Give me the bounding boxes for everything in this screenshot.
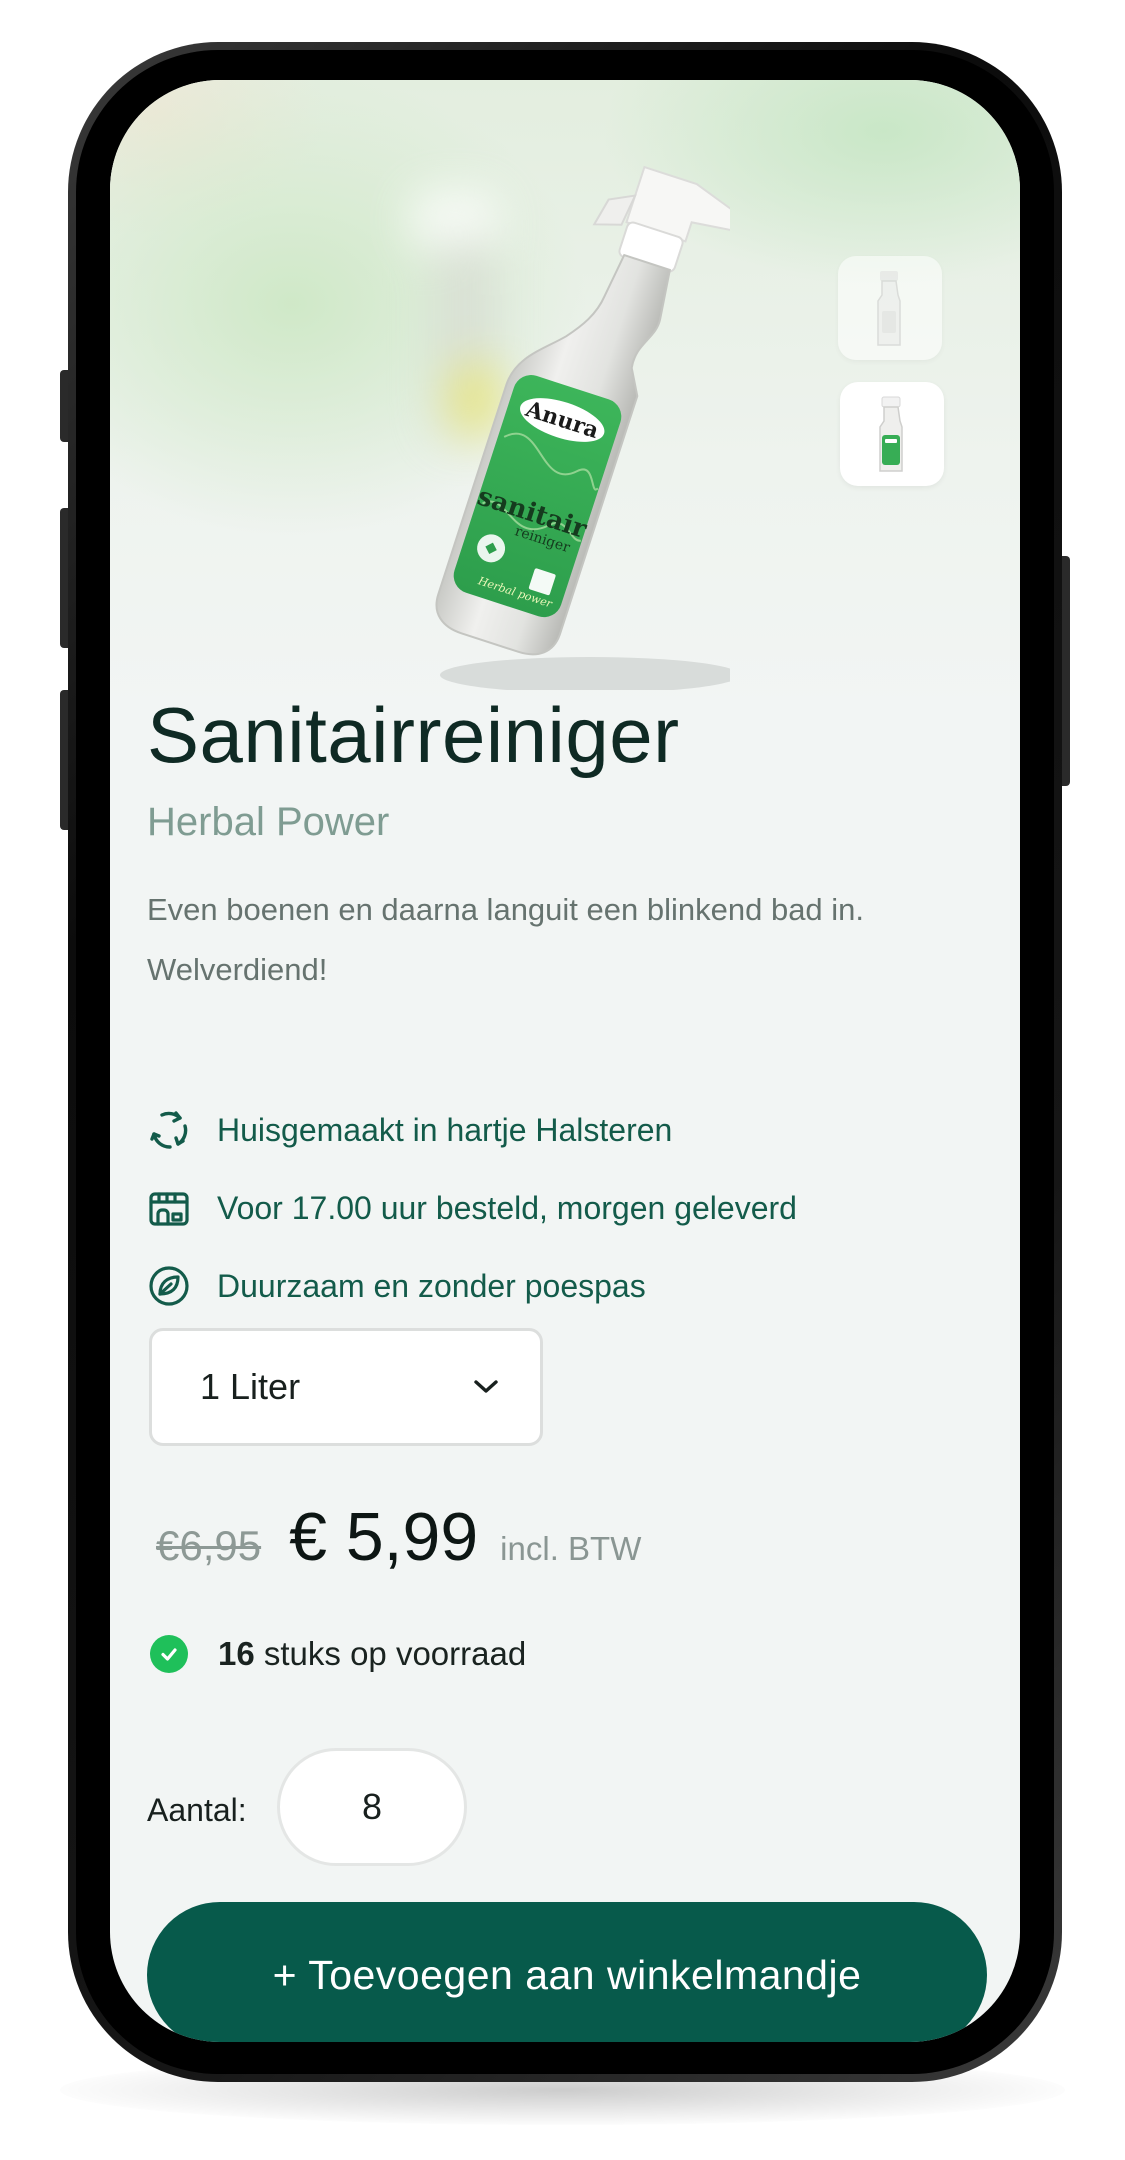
phone-bezel: Anura sanitair reiniger Herbal power San… — [76, 50, 1054, 2074]
product-thumbnail-1[interactable] — [838, 256, 942, 360]
feature-delivery: Voor 17.00 uur besteld, morgen geleverd — [147, 1186, 797, 1230]
leaf-circle-icon — [147, 1264, 191, 1308]
stock-status: 16 stuks op voorraad — [150, 1635, 526, 1673]
phone-frame: Anura sanitair reiniger Herbal power San… — [68, 42, 1062, 2082]
check-circle-icon — [150, 1635, 188, 1673]
product-description: Even boenen en daarna languit een blinke… — [147, 892, 865, 987]
stock-label: stuks op voorraad — [254, 1635, 527, 1672]
stock-text: 16 stuks op voorraad — [218, 1635, 526, 1673]
chevron-down-icon — [474, 1380, 498, 1393]
current-price: € 5,99 — [289, 1499, 479, 1575]
price-row: €6,95 € 5,99 incl. BTW — [156, 1498, 641, 1598]
recycle-icon — [147, 1108, 191, 1152]
feature-text: Voor 17.00 uur besteld, morgen geleverd — [217, 1189, 797, 1226]
stock-count: 16 — [218, 1635, 255, 1672]
old-price: €6,95 — [156, 1522, 262, 1569]
feature-text: Huisgemaakt in hartje Halsteren — [217, 1111, 673, 1148]
feature-text: Duurzaam en zonder poespas — [217, 1267, 646, 1304]
volume-select[interactable]: 1 Liter — [149, 1328, 543, 1446]
bottle-thumbnail-icon — [879, 396, 903, 472]
device-stage: Anura sanitair reiniger Herbal power San… — [0, 0, 1125, 2160]
feature-homemade: Huisgemaakt in hartje Halsteren — [147, 1108, 672, 1152]
product-subtitle: Herbal Power — [147, 800, 390, 844]
feature-sustainable: Duurzaam en zonder poespas — [147, 1264, 646, 1308]
product-bottle-image: Anura sanitair reiniger Herbal power — [435, 165, 730, 690]
product-thumbnail-2[interactable] — [840, 382, 944, 486]
product-screen: Anura sanitair reiniger Herbal power San… — [110, 80, 1020, 2042]
volume-select-value: 1 Liter — [200, 1366, 301, 1407]
delivery-store-icon — [147, 1186, 191, 1230]
quantity-input[interactable] — [277, 1748, 467, 1866]
quantity-label: Aantal: — [147, 1792, 247, 1828]
vat-note: incl. BTW — [500, 1530, 642, 1567]
product-title: Sanitairreiniger — [147, 691, 680, 779]
add-to-cart-button[interactable]: + Toevoegen aan winkelmandje — [147, 1902, 987, 2042]
bottle-thumbnail-icon — [877, 271, 901, 346]
